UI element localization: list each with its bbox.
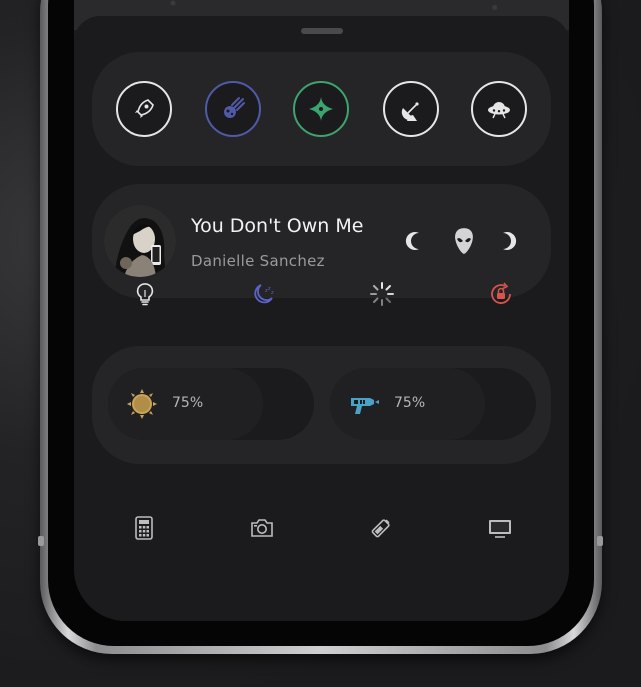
next-icon: [503, 232, 517, 250]
satellite-dish-icon: [401, 102, 419, 121]
ufo-icon: [488, 102, 510, 119]
screen: You Don't Own Me Danielle Sanchez z z z …: [74, 0, 569, 621]
lightbulb-icon: [136, 283, 154, 306]
rotation-lock-toggle[interactable]: [487, 280, 515, 308]
camera-icon: [251, 519, 273, 537]
volume-slider[interactable]: 75%: [330, 368, 536, 440]
brightness-value: 75%: [172, 395, 204, 411]
side-button-right: [597, 536, 603, 546]
rotation-lock-icon: [491, 282, 511, 304]
rocket-button[interactable]: [116, 81, 172, 137]
do-not-disturb-toggle[interactable]: z z z: [249, 280, 277, 308]
calculator-icon: [135, 516, 153, 540]
sparkle-icon: [309, 97, 333, 121]
brightness-slider[interactable]: 75%: [108, 368, 314, 440]
calculator-button[interactable]: [130, 514, 158, 542]
ufo-button[interactable]: [471, 81, 527, 137]
screen-mirror-icon: [489, 520, 511, 538]
next-button[interactable]: [493, 227, 521, 255]
sparkle-button[interactable]: [293, 81, 349, 137]
previous-icon: [405, 232, 419, 250]
screen-mirror-button[interactable]: [486, 514, 514, 542]
previous-button[interactable]: [401, 227, 429, 255]
now-playing-panel[interactable]: You Don't Own Me Danielle Sanchez: [92, 184, 551, 298]
quick-actions-panel: [92, 52, 551, 166]
album-art-image: [104, 205, 176, 277]
sliders-panel: 75% 75%: [92, 346, 551, 464]
moon-sleep-icon: z z z: [254, 284, 274, 304]
alien-icon: [455, 228, 473, 254]
activity-toggle[interactable]: [368, 280, 396, 308]
battery-button[interactable]: [367, 514, 395, 542]
camera-button[interactable]: [248, 514, 276, 542]
rocket-icon: [135, 99, 154, 118]
loading-spinner-icon: [370, 282, 394, 306]
ray-gun-icon: [351, 398, 379, 414]
song-artist: Danielle Sanchez: [191, 252, 325, 270]
volume-value: 75%: [394, 395, 426, 411]
svg-text:z: z: [271, 290, 274, 296]
song-title: You Don't Own Me: [191, 215, 364, 237]
flashlight-toggle[interactable]: [131, 280, 159, 308]
play-button[interactable]: [448, 224, 480, 258]
satellite-dish-button[interactable]: [383, 81, 439, 137]
battery-icon: [371, 519, 390, 538]
sun-icon: [127, 389, 157, 419]
meteor-button[interactable]: [205, 81, 261, 137]
album-art[interactable]: [104, 205, 176, 277]
control-center-sheet: You Don't Own Me Danielle Sanchez z z z …: [74, 16, 569, 621]
side-button-left: [38, 536, 44, 546]
sheet-grabber[interactable]: [301, 28, 343, 34]
meteor-icon: [224, 97, 245, 118]
